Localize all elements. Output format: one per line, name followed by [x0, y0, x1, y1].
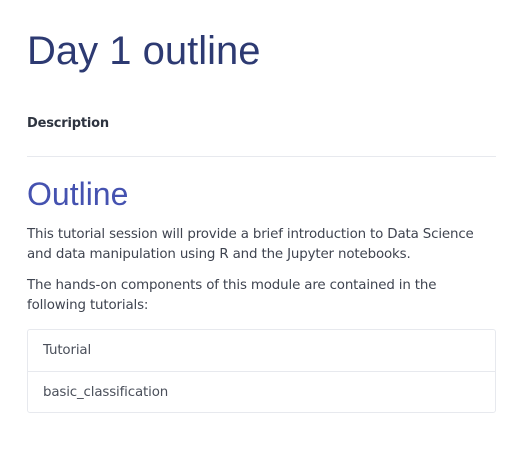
tutorial-list-header: Tutorial: [43, 343, 92, 358]
tutorial-list: Tutorial basic_classification: [27, 329, 496, 413]
tutorial-item-basic-classification[interactable]: basic_classification: [28, 371, 495, 412]
intro-paragraph: This tutorial session will provide a bri…: [27, 227, 474, 262]
page-title: Day 1 outline: [27, 29, 261, 73]
outline-heading: Outline: [27, 176, 129, 212]
description-label: Description: [27, 116, 109, 131]
tutorials-paragraph: The hands-on components of this module a…: [27, 278, 437, 313]
section-divider: [27, 156, 496, 157]
